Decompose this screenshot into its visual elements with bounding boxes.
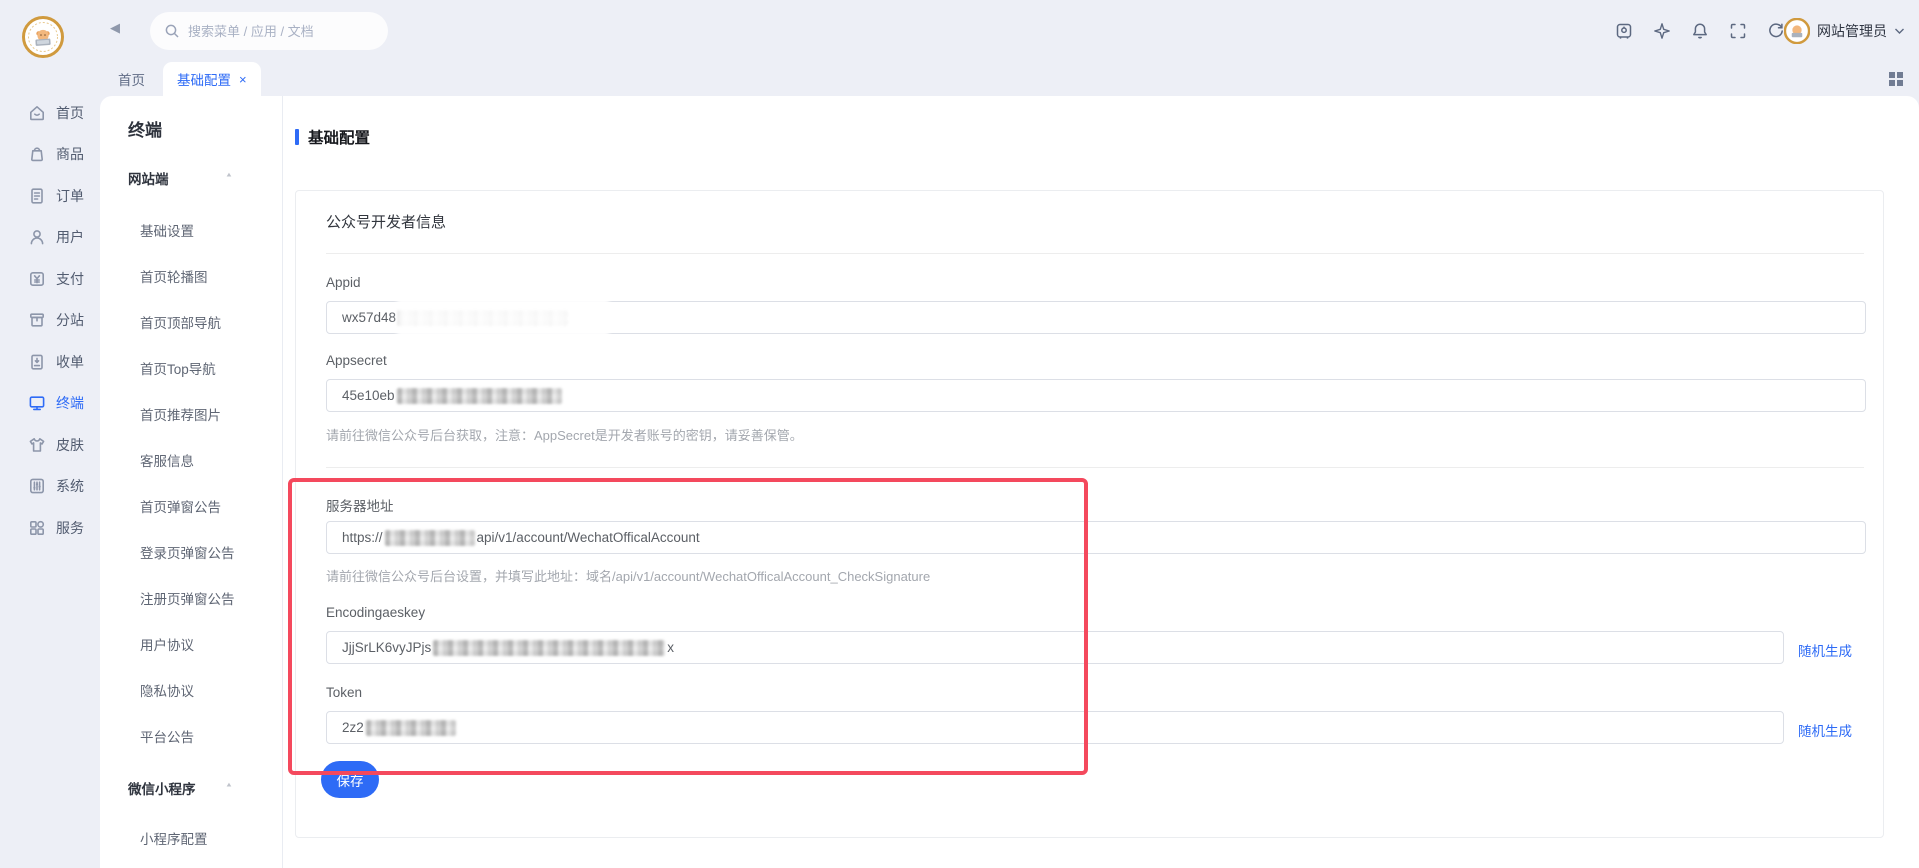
order-icon xyxy=(27,186,47,206)
encodingaeskey-input[interactable]: JjjSrLK6vyJPjs x xyxy=(326,631,1784,664)
home-icon xyxy=(27,103,47,123)
chevron-down-icon xyxy=(1894,27,1905,35)
masked-value xyxy=(397,388,562,404)
page-title: 基础配置 xyxy=(308,126,370,148)
sidebar-collapse-icon[interactable]: ◀ xyxy=(110,20,120,36)
star-wand-icon[interactable] xyxy=(1651,20,1673,42)
sidebar-item-receipts[interactable]: 收单 xyxy=(0,341,100,383)
submenu-item-home-popup-notice[interactable]: 首页弹窗公告 xyxy=(140,496,221,516)
bag-icon xyxy=(27,144,47,164)
chevron-up-icon: ▲ xyxy=(225,781,233,788)
search-input[interactable] xyxy=(188,24,374,39)
sidebar-item-terminal[interactable]: 终端 xyxy=(0,383,100,425)
section-title: 公众号开发者信息 xyxy=(326,211,446,232)
global-search[interactable] xyxy=(150,12,388,50)
divider xyxy=(326,253,1864,254)
masked-value xyxy=(433,640,665,656)
sidebar-item-products[interactable]: 商品 xyxy=(0,134,100,176)
sidebar-item-services[interactable]: 服务 xyxy=(0,507,100,549)
content-area: 基础配置 公众号开发者信息 Appid wx57d48 Appsecret 45… xyxy=(283,96,1919,868)
tab-bar: 首页 基础配置 × xyxy=(100,62,1919,96)
tab-home[interactable]: 首页 xyxy=(100,62,163,96)
pay-icon xyxy=(27,269,47,289)
primary-sidebar: 首页 商品 订单 用户 支付 分站 xyxy=(0,92,100,549)
avatar xyxy=(1784,18,1810,44)
appid-input[interactable]: wx57d48 xyxy=(326,301,1866,334)
save-button[interactable]: 保存 xyxy=(321,761,379,798)
app-logo xyxy=(22,16,64,58)
receipt-icon xyxy=(27,352,47,372)
submenu-item-customer-service[interactable]: 客服信息 xyxy=(140,450,194,470)
submenu-item-home-top-nav[interactable]: 首页顶部导航 xyxy=(140,312,221,332)
submenu-item-home-topbar-nav[interactable]: 首页Top导航 xyxy=(140,358,216,378)
terminal-submenu: 终端 网站端 ▲ 基础设置 首页轮播图 首页顶部导航 首页Top导航 首页推荐图… xyxy=(100,96,283,868)
main-panel: 终端 网站端 ▲ 基础设置 首页轮播图 首页顶部导航 首页Top导航 首页推荐图… xyxy=(100,96,1919,868)
submenu-item-platform-notice[interactable]: 平台公告 xyxy=(140,726,194,746)
server-url-input[interactable]: https:// api/v1/account/WechatOfficalAcc… xyxy=(326,521,1866,554)
token-input[interactable]: 2z2 xyxy=(326,711,1784,744)
terminal-icon xyxy=(27,393,47,413)
site-icon xyxy=(27,310,47,330)
masked-value xyxy=(366,720,456,736)
submenu-item-privacy-agreement[interactable]: 隐私协议 xyxy=(140,680,194,700)
topbar-actions xyxy=(1613,13,1787,49)
submenu-item-register-popup-notice[interactable]: 注册页弹窗公告 xyxy=(140,588,235,608)
close-icon[interactable]: × xyxy=(239,73,247,86)
token-generate-link[interactable]: 随机生成 xyxy=(1798,720,1852,740)
server-url-hint: 请前往微信公众号后台设置，并填写此地址：域名/api/v1/account/We… xyxy=(326,566,930,585)
sidebar-item-skins[interactable]: 皮肤 xyxy=(0,424,100,466)
divider xyxy=(326,467,1864,468)
sidebar-item-users[interactable]: 用户 xyxy=(0,217,100,259)
submenu-title: 终端 xyxy=(128,116,162,141)
user-menu[interactable]: 网站管理员 xyxy=(1784,13,1905,49)
submenu-item-basic-settings[interactable]: 基础设置 xyxy=(140,220,194,240)
appsecret-label: Appsecret xyxy=(326,353,387,368)
system-icon xyxy=(27,476,47,496)
title-accent-bar xyxy=(295,129,299,145)
submenu-item-user-agreement[interactable]: 用户协议 xyxy=(140,634,194,654)
submenu-item-miniprogram-config[interactable]: 小程序配置 xyxy=(140,828,208,848)
appsecret-input[interactable]: 45e10eb xyxy=(326,379,1866,412)
service-icon xyxy=(27,518,47,538)
appsecret-hint: 请前往微信公众号后台获取，注意：AppSecret是开发者账号的密钥，请妥善保管… xyxy=(326,425,803,444)
submenu-item-home-carousel[interactable]: 首页轮播图 xyxy=(140,266,208,286)
submenu-item-login-popup-notice[interactable]: 登录页弹窗公告 xyxy=(140,542,235,562)
sidebar-item-home[interactable]: 首页 xyxy=(0,92,100,134)
page-title-row: 基础配置 xyxy=(295,126,370,148)
search-icon xyxy=(164,23,180,39)
user-icon xyxy=(27,227,47,247)
fullscreen-icon[interactable] xyxy=(1727,20,1749,42)
server-url-label: 服务器地址 xyxy=(326,495,394,515)
tab-basic-config[interactable]: 基础配置 × xyxy=(163,62,261,96)
sidebar-item-orders[interactable]: 订单 xyxy=(0,175,100,217)
developer-info-card: 公众号开发者信息 Appid wx57d48 Appsecret 45e10eb… xyxy=(295,190,1884,838)
masked-value xyxy=(385,530,475,546)
skin-icon xyxy=(27,435,47,455)
chevron-up-icon: ▲ xyxy=(225,171,233,178)
encodingaeskey-label: Encodingaeskey xyxy=(326,605,425,620)
appid-label: Appid xyxy=(326,275,361,290)
sidebar-item-payment[interactable]: 支付 xyxy=(0,258,100,300)
sidebar-item-substation[interactable]: 分站 xyxy=(0,300,100,342)
tab-options-grid-icon[interactable] xyxy=(1887,70,1905,88)
submenu-item-home-recommend-images[interactable]: 首页推荐图片 xyxy=(140,404,221,424)
encodingaeskey-generate-link[interactable]: 随机生成 xyxy=(1798,640,1852,660)
token-label: Token xyxy=(326,685,362,700)
submenu-group-website[interactable]: 网站端 ▲ xyxy=(128,168,169,188)
submenu-group-miniprogram[interactable]: 微信小程序 ▲ xyxy=(128,778,196,798)
safe-icon[interactable] xyxy=(1613,20,1635,42)
sidebar-item-system[interactable]: 系统 xyxy=(0,466,100,508)
masked-value xyxy=(398,310,568,326)
user-name: 网站管理员 xyxy=(1817,21,1887,41)
bell-icon[interactable] xyxy=(1689,20,1711,42)
